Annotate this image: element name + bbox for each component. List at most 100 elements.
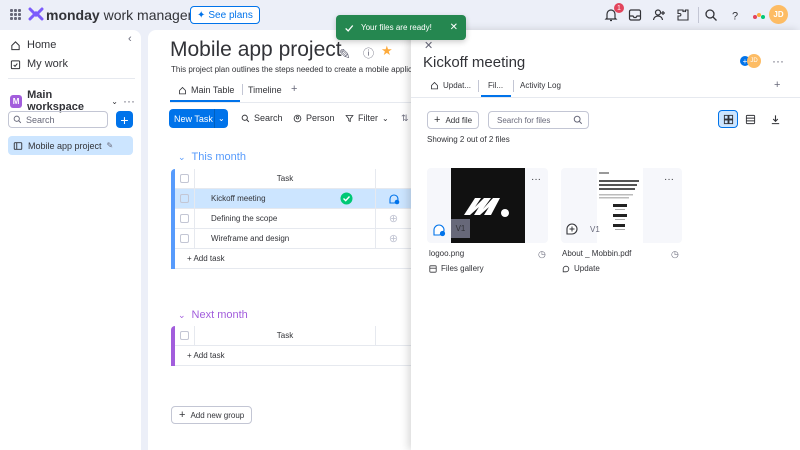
toast-message: Your files are ready!: [361, 23, 432, 32]
plus-icon: +: [434, 114, 441, 126]
subscribers[interactable]: + JD: [740, 54, 761, 68]
sidebar-item-board[interactable]: Mobile app project ✎: [8, 136, 133, 155]
column-header-task[interactable]: Task: [195, 325, 376, 346]
table-row[interactable]: Wireframe and design ⊕: [175, 228, 411, 249]
select-all-checkbox[interactable]: [175, 325, 195, 346]
file-name[interactable]: About _ Mobbin.pdf: [562, 249, 631, 258]
add-task-label: + Add task: [187, 351, 225, 360]
search-placeholder: Search for files: [497, 115, 551, 125]
invite-members-icon[interactable]: [651, 7, 667, 23]
board-icon: [13, 141, 23, 150]
search-button[interactable]: Search: [241, 113, 283, 123]
add-view-icon[interactable]: +: [774, 79, 780, 91]
tab-main-table[interactable]: Main Table: [178, 85, 234, 95]
board-title[interactable]: Mobile app project: [170, 38, 342, 62]
task-name[interactable]: Defining the scope: [195, 208, 376, 229]
column-header-person: [376, 326, 411, 346]
select-all-checkbox[interactable]: [175, 168, 195, 189]
apps-grid-icon[interactable]: [10, 9, 21, 20]
task-name[interactable]: Wireframe and design: [195, 228, 376, 249]
user-avatar[interactable]: JD: [769, 5, 788, 24]
notification-badge: 1: [614, 3, 624, 13]
table-row[interactable]: Defining the scope ⊕: [175, 208, 411, 229]
help-icon[interactable]: ?: [727, 7, 743, 23]
see-plans-button[interactable]: ✦ See plans: [190, 6, 260, 24]
add-update-icon[interactable]: ⊕: [376, 209, 411, 229]
tab-label: Updat...: [443, 81, 472, 90]
check-circle-icon: [340, 192, 353, 205]
home-icon: [11, 40, 20, 50]
home-icon: [179, 86, 186, 94]
tab-label: Fil...: [488, 81, 504, 90]
group-table: Task Kickoff meeting Defining the scope …: [171, 168, 411, 269]
add-update-icon[interactable]: ⊕: [376, 229, 411, 249]
collapse-sidebar-icon[interactable]: ‹: [128, 33, 132, 45]
row-checkbox[interactable]: [175, 188, 195, 209]
search-icon[interactable]: [703, 7, 719, 23]
add-item-button[interactable]: +: [116, 111, 133, 128]
person-filter-button[interactable]: Person: [293, 113, 335, 123]
chevron-down-icon[interactable]: ⌄: [214, 109, 225, 128]
group-title-label: Next month: [191, 309, 248, 321]
search-icon: [13, 115, 22, 124]
file-thumbnail: [597, 168, 643, 243]
chevron-down-icon: ⌄: [111, 96, 118, 106]
more-options-icon[interactable]: ···: [123, 94, 135, 108]
sidebar-item-home[interactable]: Home: [10, 39, 56, 51]
list-icon: [745, 114, 755, 124]
inbox-icon[interactable]: [627, 7, 643, 23]
history-icon[interactable]: ◷: [671, 249, 679, 260]
add-task-row[interactable]: + Add task: [175, 249, 411, 269]
more-options-icon[interactable]: ···: [531, 174, 541, 185]
more-options-icon[interactable]: ···: [664, 174, 674, 185]
item-title[interactable]: Kickoff meeting: [423, 54, 525, 71]
tab-activity-log[interactable]: Activity Log: [520, 81, 561, 90]
list-view-button[interactable]: [740, 110, 760, 128]
filter-button[interactable]: Filter ⌄: [345, 113, 389, 123]
monday-products-icon[interactable]: [751, 7, 767, 23]
table-row[interactable]: Kickoff meeting: [175, 188, 411, 209]
tab-separator: [242, 84, 243, 95]
history-icon[interactable]: ◷: [538, 249, 546, 260]
see-plans-label: See plans: [208, 9, 253, 21]
tab-separator: [513, 80, 514, 92]
sidebar-search-input[interactable]: Search: [8, 111, 108, 128]
sidebar-item-my-work[interactable]: My work: [10, 58, 68, 70]
add-new-group-button[interactable]: + Add new group: [171, 406, 253, 424]
row-checkbox[interactable]: [175, 208, 195, 229]
column-header-task[interactable]: Task: [195, 168, 376, 189]
add-file-button[interactable]: + Add file: [427, 111, 479, 129]
file-name[interactable]: logoo.png: [429, 249, 464, 258]
group-title[interactable]: ⌄ Next month: [178, 309, 248, 321]
close-icon[interactable]: ✕: [424, 39, 433, 52]
tab-label: Main Table: [191, 85, 235, 95]
update-bubble-icon[interactable]: [432, 223, 446, 237]
version-badge: V1: [590, 225, 600, 234]
workspace-selector[interactable]: M Main workspace ⌄ ···: [10, 89, 135, 113]
close-icon[interactable]: ✕: [450, 22, 458, 33]
add-view-icon[interactable]: +: [291, 83, 297, 95]
tab-updates[interactable]: Updat...: [430, 81, 471, 90]
add-task-row[interactable]: + Add task: [175, 346, 411, 366]
sort-icon[interactable]: ⇅: [401, 113, 409, 124]
download-button[interactable]: [765, 110, 785, 128]
row-checkbox[interactable]: [175, 228, 195, 249]
more-options-icon[interactable]: ···: [772, 54, 784, 68]
file-source-label: Update: [574, 264, 600, 273]
group-title-label: This month: [191, 151, 246, 163]
add-update-icon[interactable]: [565, 222, 579, 236]
group-title[interactable]: ⌄ This month: [178, 151, 246, 163]
star-icon[interactable]: ★: [381, 43, 393, 59]
grid-view-button[interactable]: [718, 110, 738, 128]
apps-marketplace-icon[interactable]: [675, 7, 691, 23]
new-task-button[interactable]: New Task ⌄: [169, 109, 228, 128]
tab-files[interactable]: Fil...: [488, 81, 503, 90]
file-search-input[interactable]: Search for files: [488, 111, 589, 129]
calendar-check-icon: [10, 59, 21, 69]
monday-logo-icon: [28, 7, 44, 21]
version-badge: V1: [451, 219, 470, 238]
success-toast: Your files are ready! ✕: [336, 15, 466, 40]
tab-timeline[interactable]: Timeline: [248, 85, 282, 95]
updates-cell[interactable]: [376, 189, 411, 209]
info-icon[interactable]: ⓘ: [363, 45, 374, 61]
